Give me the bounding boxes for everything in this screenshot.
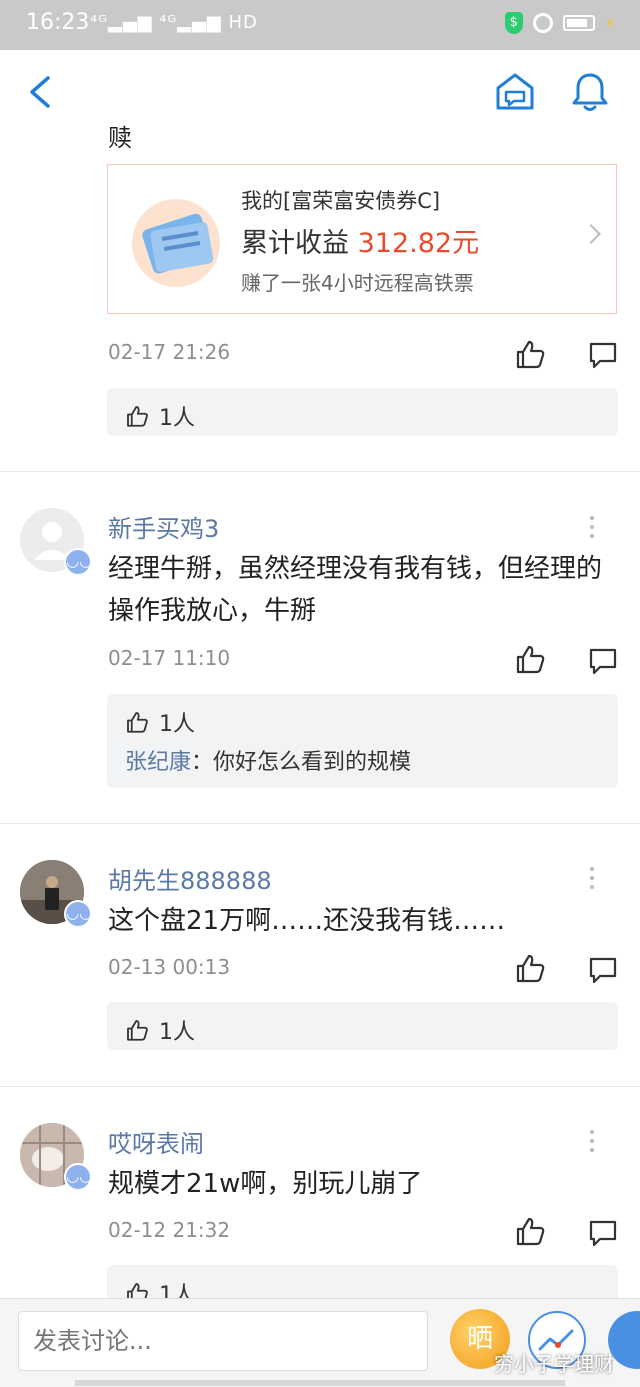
network-indicator: ⁴ᴳ▂▄▆ ⁴ᴳ▂▄▆ HD: [90, 12, 258, 33]
username[interactable]: 新手买鸡3: [108, 509, 219, 544]
comment-text: 经理牛掰，虽然经理没有我有钱，但经理的操作我放心，牛掰: [108, 554, 603, 626]
charging-icon: ⚡: [604, 13, 616, 33]
user-level-badge: ◡◡: [64, 548, 92, 576]
home-chat-icon: [496, 73, 534, 110]
user-level-badge: ◡◡: [64, 900, 92, 928]
status-time: 16:23: [26, 10, 90, 35]
thumbs-up-small-icon: [127, 406, 148, 427]
status-bar: 16:23 ⁴ᴳ▂▄▆ ⁴ᴳ▂▄▆ HD $ ⚡: [0, 0, 640, 50]
earnings-label: 累计收益: [241, 228, 358, 259]
reply-item[interactable]: 张纪康：你好怎么看到的规模: [125, 744, 411, 776]
status-icons: $ ⚡: [504, 12, 616, 34]
watermark: 穷小子学理财: [494, 1352, 614, 1376]
post-timestamp: 02-17 21:26: [108, 340, 231, 364]
thumbs-up-small-icon: [127, 1020, 148, 1041]
thumbs-up-icon: [516, 645, 545, 674]
like-button[interactable]: [514, 952, 546, 984]
bell-icon: [572, 73, 608, 111]
like-count: 1人: [159, 406, 195, 431]
likes-row: 1人: [125, 400, 195, 432]
alarm-icon: [532, 13, 553, 33]
earnings-subtitle: 赚了一张4小时远程高铁票: [241, 271, 474, 295]
username[interactable]: 胡先生888888: [108, 861, 272, 896]
earnings-amount: 312.82元: [357, 228, 480, 259]
thumbs-up-icon: [516, 1217, 545, 1246]
reply-button[interactable]: [588, 646, 618, 676]
reply-text: ：你好怎么看到的规模: [191, 750, 412, 775]
like-button[interactable]: [514, 1215, 546, 1247]
comment-icon: [589, 957, 617, 984]
thumbs-up-icon: [516, 954, 545, 983]
comment-icon: [589, 342, 617, 369]
likes-box: 1人: [107, 1002, 618, 1050]
divider: [0, 823, 640, 824]
divider: [0, 1086, 640, 1087]
earnings-card[interactable]: 我的[富荣富安债券C] 累计收益 312.82元 赚了一张4小时远程高铁票: [107, 164, 617, 314]
like-button[interactable]: [514, 338, 546, 370]
like-count: 1人: [159, 712, 195, 737]
thumbs-up-icon: [516, 340, 545, 369]
more-options-button[interactable]: [590, 867, 596, 889]
home-discussion-button[interactable]: [494, 70, 536, 114]
more-options-button[interactable]: [590, 516, 596, 538]
divider: [0, 471, 640, 472]
reply-button[interactable]: [588, 1218, 618, 1248]
reply-button[interactable]: [588, 955, 618, 985]
battery-icon: [562, 15, 595, 31]
comment-text: 这个盘21万啊……还没我有钱……: [108, 906, 506, 936]
post-timestamp: 02-13 00:13: [108, 955, 231, 979]
comment-icon: [589, 1220, 617, 1247]
reply-button[interactable]: [588, 340, 618, 370]
fund-title: 我的[富荣富安债券C]: [241, 189, 441, 213]
security-shield-icon: $: [504, 12, 523, 34]
post-timestamp: 02-17 11:10: [108, 646, 231, 670]
home-indicator: [75, 1380, 565, 1386]
top-header: [0, 50, 640, 132]
more-options-button[interactable]: [590, 1130, 596, 1152]
username[interactable]: 哎呀表闹: [108, 1124, 204, 1159]
chevron-right-icon: [581, 224, 601, 244]
partial-text: 赎: [108, 124, 132, 152]
like-count: 1人: [159, 1020, 195, 1045]
likes-box: 1人 张纪康：你好怎么看到的规模: [107, 694, 618, 788]
like-button[interactable]: [514, 643, 546, 675]
cumulative-earnings: 累计收益 312.82元: [241, 221, 479, 260]
post-timestamp: 02-12 21:32: [108, 1218, 231, 1242]
likes-row: 1人: [125, 706, 195, 738]
discussion-input[interactable]: [18, 1311, 428, 1371]
notification-button[interactable]: [568, 70, 612, 114]
comment-icon: [589, 648, 617, 675]
likes-box: 1人: [107, 388, 618, 436]
back-button[interactable]: [22, 70, 62, 114]
thumbs-up-small-icon: [127, 712, 148, 733]
user-level-badge: ◡◡: [64, 1163, 92, 1191]
chevron-left-icon: [30, 76, 50, 108]
likes-row: 1人: [125, 1014, 195, 1046]
reply-username[interactable]: 张纪康: [125, 750, 191, 775]
ticket-illustration-icon: [126, 191, 226, 289]
comment-text: 规模才21w啊，别玩儿崩了: [108, 1169, 423, 1199]
